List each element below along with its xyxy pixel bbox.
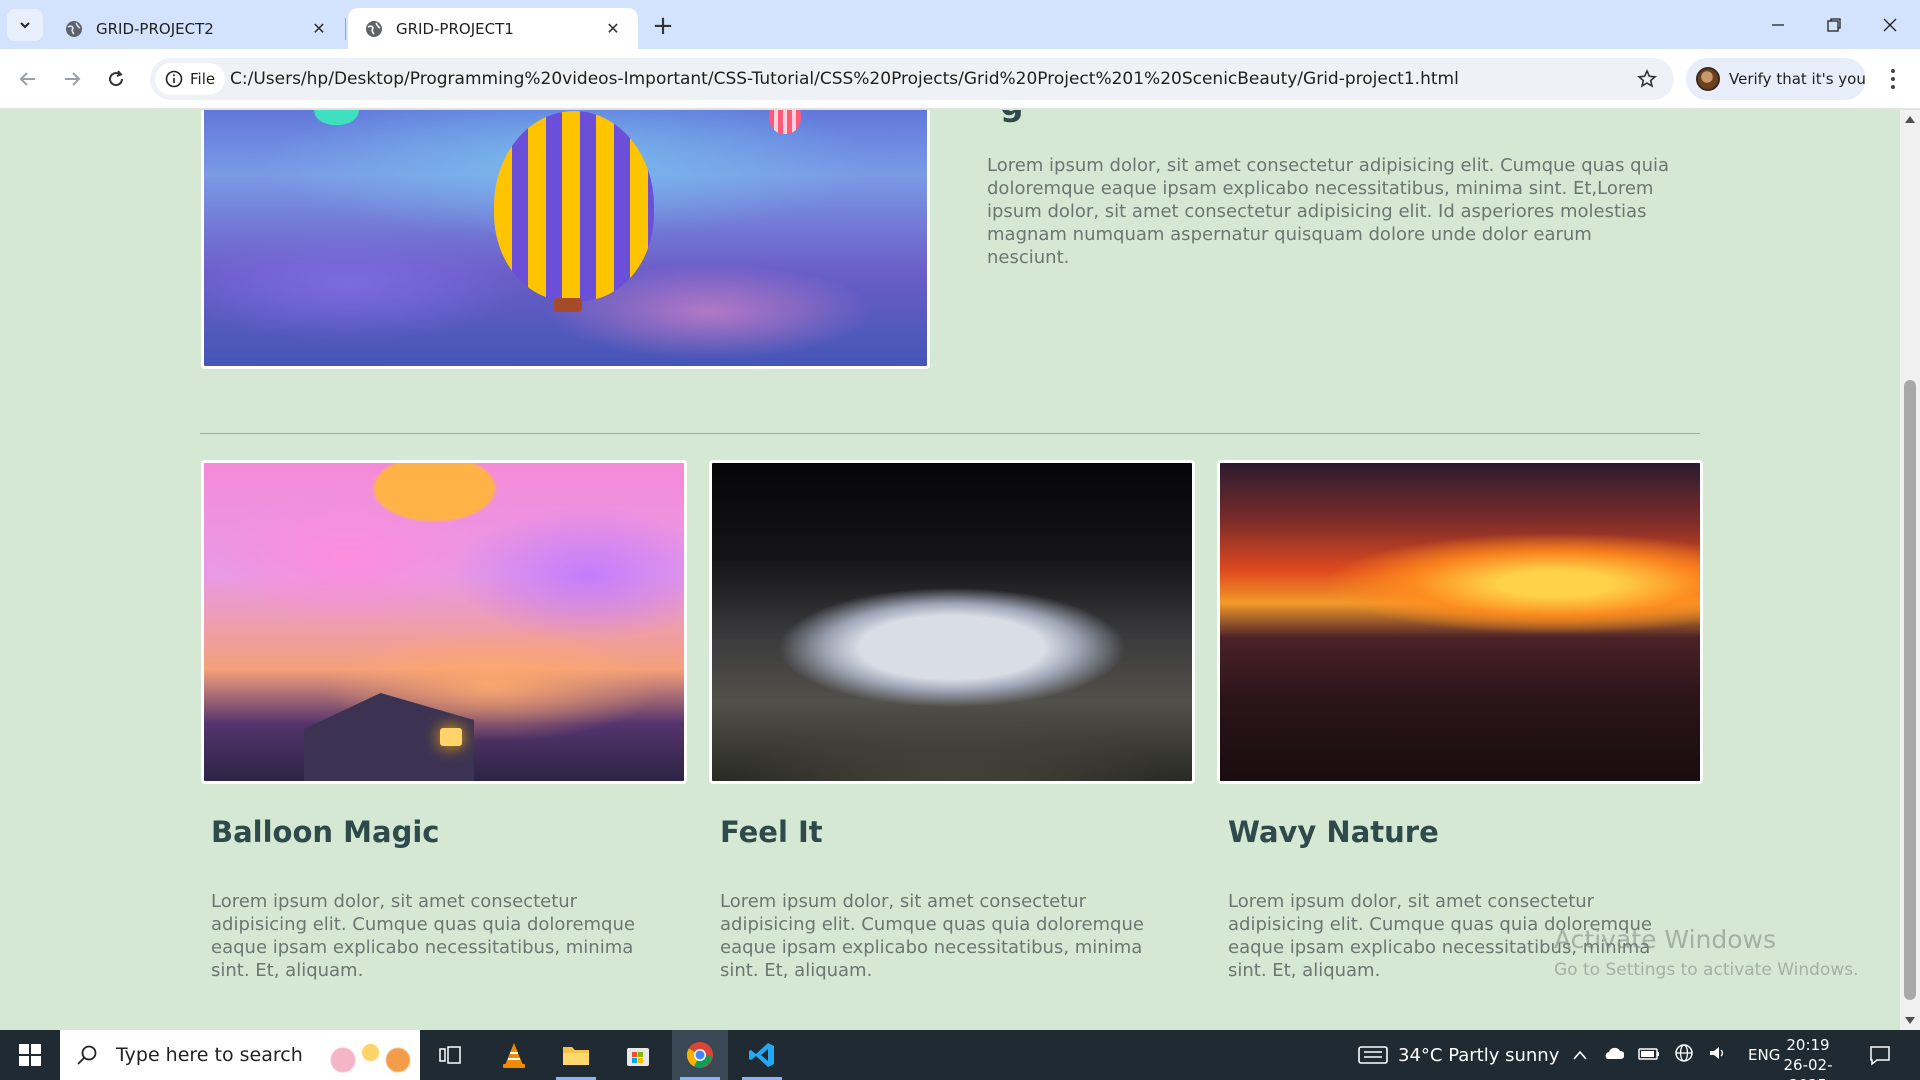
restore-button[interactable] [1806,0,1862,49]
clock[interactable]: 20:19 26-02-2025 [1770,1035,1846,1080]
tab-title: GRID-PROJECT1 [396,19,514,38]
onedrive-icon[interactable] [1602,1045,1625,1066]
arrow-right-icon [65,72,81,86]
close-icon [1883,18,1897,31]
url-text[interactable]: C:/Users/hp/Desktop/Programming%20videos… [230,69,1459,89]
tab-grid-project1[interactable]: GRID-PROJECT1 ✕ [348,8,638,49]
watermark-subtitle: Go to Settings to activate Windows. [1554,960,1859,980]
more-menu-icon[interactable] [1878,61,1908,97]
close-window-button[interactable] [1862,0,1918,49]
forward-button[interactable] [54,61,90,97]
system-tray: ENG [1572,1030,1780,1080]
tab-strip: GRID-PROJECT2 ✕ GRID-PROJECT1 ✕ + [0,0,1920,49]
new-tab-button[interactable]: + [648,11,678,41]
file-explorer-button[interactable] [548,1030,604,1080]
card-title: Balloon Magic [211,815,440,849]
chip-label: File [190,70,216,88]
taskbar-search-box[interactable]: Type here to search [60,1030,420,1080]
globe-icon [66,20,82,37]
activate-windows-watermark: Activate Windows Go to Settings to activ… [1554,925,1859,980]
balloon-shape [769,110,801,134]
profile-button[interactable]: Verify that it's you [1686,58,1866,100]
windows-taskbar: Type here to search 34°C Partly sunny EN… [0,1030,1920,1080]
card-text: Lorem ipsum dolor, sit amet consectetur … [211,891,635,981]
card-image-balloon-magic [201,460,687,784]
card-image-wavy-nature [1217,460,1703,784]
hero-paragraph: Lorem ipsum dolor, sit amet consectetur … [987,155,1670,268]
balloon-shape [494,111,654,301]
volume-icon[interactable] [1708,1044,1726,1067]
minimize-icon [1772,23,1784,26]
chevron-up-icon[interactable] [1572,1045,1588,1066]
chrome-icon [686,1042,713,1068]
tab-grid-project2[interactable]: GRID-PROJECT2 ✕ [48,8,344,49]
weather-text: 34°C Partly sunny [1398,1044,1560,1066]
minimize-button[interactable] [1750,0,1806,49]
page-scrollbar[interactable] [1900,110,1920,1030]
network-globe-icon[interactable] [1674,1043,1694,1068]
vscode-icon [749,1043,774,1067]
chevron-down-icon [20,22,30,29]
close-tab-icon[interactable]: ✕ [602,18,624,40]
site-info-chip[interactable]: File [155,63,226,95]
watermark-title: Activate Windows [1554,925,1776,954]
reload-icon [109,70,124,87]
avatar [1696,67,1720,91]
browser-toolbar: File C:/Users/hp/Desktop/Programming%20v… [0,49,1920,109]
section-divider [200,433,1700,434]
search-icon [77,1045,97,1065]
tab-search-button[interactable] [7,9,43,41]
restore-icon [1827,17,1841,32]
close-tab-icon[interactable]: ✕ [308,18,330,40]
search-highlight-image [310,1030,420,1080]
store-icon [627,1048,649,1066]
card-title: Feel It [720,815,823,849]
search-placeholder: Type here to search [116,1044,303,1066]
vscode-app-button[interactable] [734,1030,790,1080]
task-view-button[interactable] [422,1030,478,1080]
profile-label: Verify that it's you [1729,70,1866,88]
windows-logo-icon [19,1044,41,1066]
bookmark-star-icon[interactable] [1634,66,1660,92]
balloon-basket [554,298,582,312]
info-icon [165,70,183,88]
microsoft-store-button[interactable] [610,1030,666,1080]
back-button[interactable] [10,61,46,97]
window-light [440,728,462,746]
folder-icon [563,1047,589,1065]
tab-title: GRID-PROJECT2 [96,19,214,38]
chrome-app-button[interactable] [672,1030,728,1080]
notification-icon [1870,1046,1890,1066]
vlc-app-button[interactable] [486,1030,542,1080]
scroll-up-arrow-icon[interactable] [1905,116,1915,123]
tab-separator [345,18,346,40]
battery-icon[interactable] [1638,1045,1660,1066]
weather-icon [1358,1046,1388,1064]
globe-icon [366,20,382,37]
scroll-down-arrow-icon[interactable] [1905,1017,1915,1024]
vlc-cone-icon [503,1043,525,1068]
scrollbar-thumb[interactable] [1904,380,1916,1000]
start-button[interactable] [0,1030,60,1080]
card-image-feel-it [709,460,1195,784]
hero-title: g [1000,110,1024,123]
clock-date: 26-02-2025 [1783,1056,1833,1080]
hero-image-balloons [201,110,930,369]
task-view-icon [439,1046,461,1064]
balloon-shape [314,110,359,125]
page-viewport: g Lorem ipsum dolor, sit amet consectetu… [0,110,1900,1030]
card-title: Wavy Nature [1228,815,1439,849]
notifications-button[interactable] [1852,1030,1908,1080]
card-text: Lorem ipsum dolor, sit amet consectetur … [720,891,1144,981]
clock-time: 20:19 [1786,1036,1830,1054]
reload-button[interactable] [98,61,134,97]
weather-widget[interactable]: 34°C Partly sunny [1358,1030,1559,1080]
arrow-left-icon [19,72,35,86]
address-bar[interactable]: File C:/Users/hp/Desktop/Programming%20v… [150,58,1674,100]
